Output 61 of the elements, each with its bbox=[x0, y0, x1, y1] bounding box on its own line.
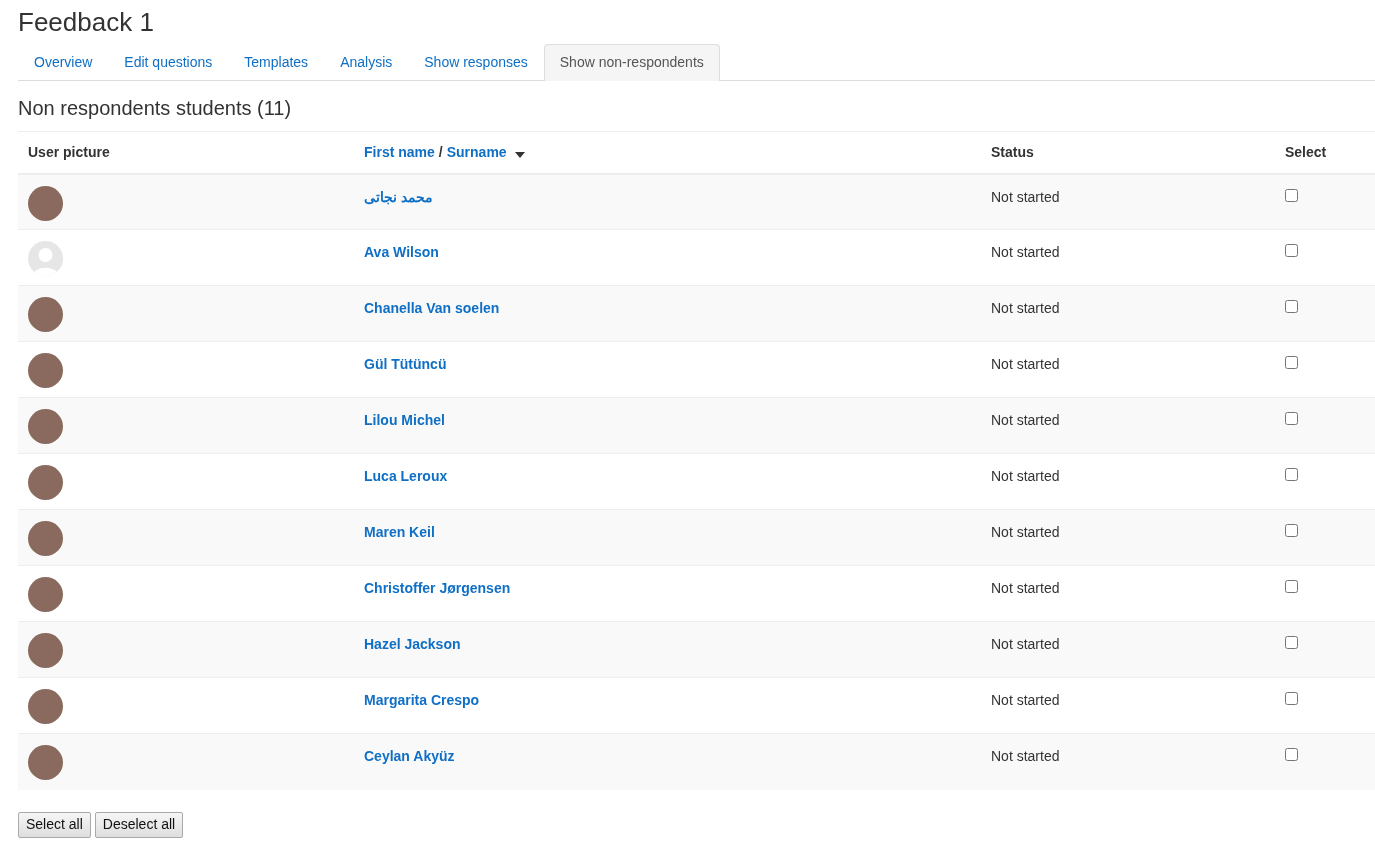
column-header: Select bbox=[1285, 143, 1327, 160]
tab[interactable]: Overview bbox=[18, 44, 109, 80]
tab[interactable]: Edit questions bbox=[108, 44, 229, 80]
select-checkbox[interactable] bbox=[1285, 692, 1298, 705]
status-text: Not started bbox=[991, 188, 1060, 205]
tab[interactable]: Analysis bbox=[324, 44, 409, 80]
user-name-link[interactable]: محمد نجاتی bbox=[364, 188, 433, 205]
section-title: Non respondents students (11) bbox=[18, 96, 292, 121]
select-checkbox[interactable] bbox=[1285, 636, 1298, 649]
select-checkbox[interactable] bbox=[1285, 468, 1298, 481]
separator: / bbox=[438, 142, 443, 162]
user-name-link[interactable]: Gül Tütüncü bbox=[364, 356, 447, 372]
select-checkbox[interactable] bbox=[1285, 300, 1298, 313]
status-text: Not started bbox=[991, 636, 1060, 652]
user-name-link[interactable]: Hazel Jackson bbox=[364, 636, 461, 652]
user-name-link[interactable]: Lilou Michel bbox=[364, 412, 445, 428]
status-text: Not started bbox=[991, 748, 1060, 764]
photo-placeholder bbox=[28, 409, 63, 444]
photo-placeholder bbox=[28, 745, 63, 780]
sort-link[interactable]: First name bbox=[364, 141, 435, 163]
user-name-link[interactable]: Ceylan Akyüz bbox=[364, 748, 455, 764]
photo-placeholder bbox=[28, 297, 63, 332]
select-checkbox[interactable] bbox=[1285, 356, 1298, 369]
page-title: Feedback 1 bbox=[18, 6, 154, 39]
user-name-link[interactable]: Margarita Crespo bbox=[364, 692, 480, 708]
photo-placeholder bbox=[28, 353, 63, 388]
sort-descending-icon[interactable] bbox=[514, 152, 525, 159]
status-text: Not started bbox=[991, 356, 1060, 372]
select-checkbox[interactable] bbox=[1285, 524, 1298, 537]
photo-placeholder bbox=[28, 633, 63, 668]
photo-placeholder bbox=[28, 577, 63, 612]
status-text: Not started bbox=[991, 524, 1060, 540]
user-name-link[interactable]: Maren Keil bbox=[364, 524, 435, 540]
status-text: Not started bbox=[991, 244, 1060, 260]
tab[interactable]: Show responses bbox=[408, 44, 544, 80]
select-checkbox[interactable] bbox=[1285, 580, 1298, 593]
tab[interactable]: Show non-respondents bbox=[543, 44, 720, 81]
action-button[interactable]: Deselect all bbox=[94, 811, 184, 838]
default-avatar-icon bbox=[28, 241, 63, 276]
column-header: User picture bbox=[28, 143, 110, 160]
column-header: Status bbox=[991, 143, 1034, 160]
photo-placeholder bbox=[28, 185, 63, 221]
select-checkbox[interactable] bbox=[1285, 188, 1298, 202]
sort-link[interactable]: Surname bbox=[446, 141, 507, 163]
photo-placeholder bbox=[28, 689, 63, 724]
user-name-link[interactable]: Chanella Van soelen bbox=[364, 300, 500, 316]
action-button[interactable]: Select all bbox=[18, 811, 91, 838]
select-checkbox[interactable] bbox=[1285, 244, 1298, 257]
status-text: Not started bbox=[991, 412, 1060, 428]
status-text: Not started bbox=[991, 468, 1060, 484]
status-text: Not started bbox=[991, 300, 1060, 316]
tab[interactable]: Templates bbox=[228, 44, 325, 80]
photo-placeholder bbox=[28, 521, 63, 556]
status-text: Not started bbox=[991, 580, 1060, 596]
user-name-link[interactable]: Ava Wilson bbox=[364, 244, 439, 260]
status-text: Not started bbox=[991, 692, 1060, 708]
photo-placeholder bbox=[28, 465, 63, 500]
select-checkbox[interactable] bbox=[1285, 748, 1298, 761]
user-name-link[interactable]: Luca Leroux bbox=[364, 468, 448, 484]
select-checkbox[interactable] bbox=[1285, 412, 1298, 425]
user-name-link[interactable]: Christoffer Jørgensen bbox=[364, 580, 511, 596]
